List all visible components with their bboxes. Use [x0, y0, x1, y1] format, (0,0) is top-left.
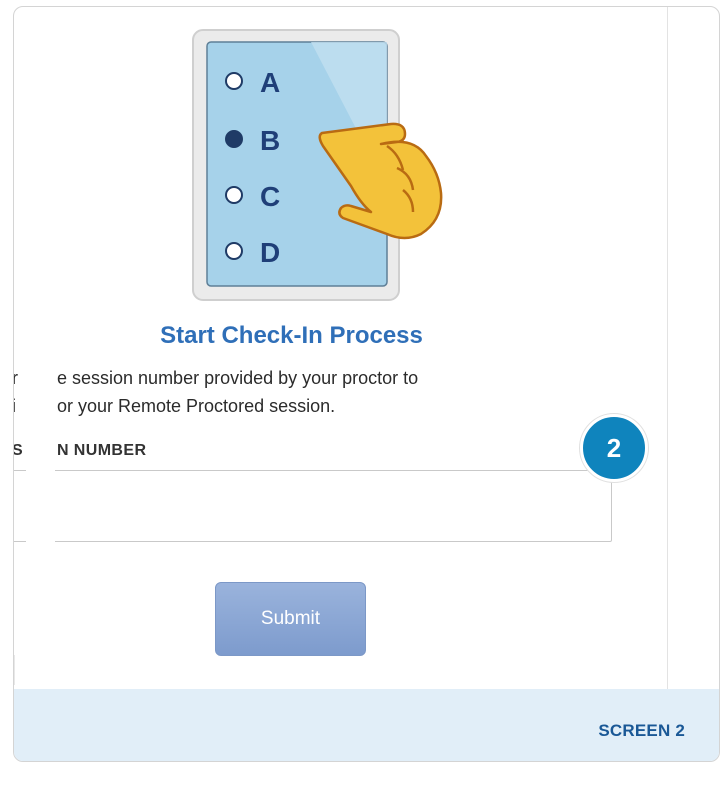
session-number-input[interactable] [14, 470, 612, 542]
screen-label: SCREEN 2 [598, 721, 685, 740]
divider [667, 7, 668, 689]
footer-band: SCREEN 2 [14, 689, 719, 761]
svg-text:B: B [260, 125, 280, 156]
session-number-label: N NUMBER [57, 442, 147, 459]
step-callout-badge: 2 [580, 414, 648, 482]
instruction-fragment: r [14, 368, 18, 389]
divider [14, 655, 15, 685]
submit-button[interactable]: Submit [215, 582, 366, 656]
instruction-text-line2: or your Remote Proctored session. [57, 396, 336, 416]
svg-text:C: C [260, 181, 280, 212]
step-number: 2 [606, 432, 622, 463]
svg-text:A: A [260, 67, 280, 98]
cut-gap [26, 367, 55, 550]
instruction-fragment: i [14, 396, 16, 417]
page-title: Start Check-In Process [160, 322, 423, 349]
field-label-fragment: S [13, 442, 23, 459]
checklist-illustration: A B C D [192, 29, 443, 301]
instruction-text-line1: e session number provided by your procto… [57, 368, 419, 388]
screen-card: A B C D Start Check-In Process r i e ses… [13, 6, 720, 762]
svg-text:D: D [260, 237, 280, 268]
